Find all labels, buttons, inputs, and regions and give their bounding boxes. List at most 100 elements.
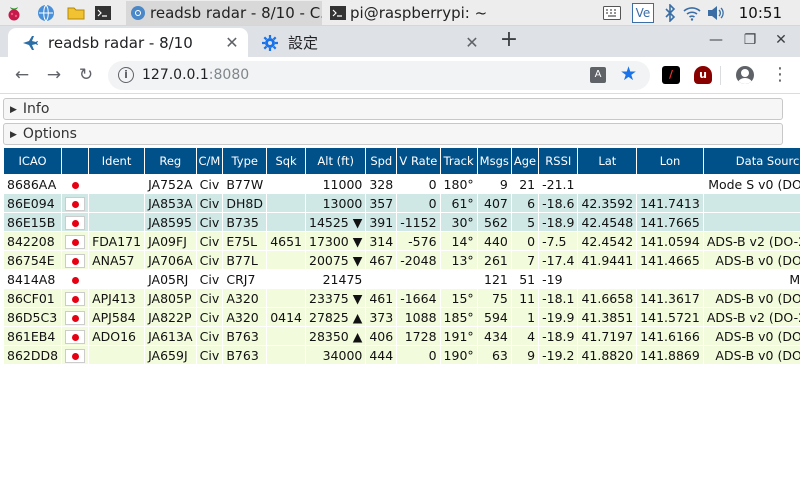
cell-track: 30° — [439, 212, 478, 232]
cell-track: 15° — [439, 288, 478, 308]
column-header-msgs[interactable]: Msgs — [476, 147, 512, 175]
aircraft-row[interactable]: 86D5C3 APJ584 JA822P Civ A320 0414 27825 ▲ 373 1… — [2, 307, 800, 327]
column-header-spd[interactable]: Spd — [365, 147, 398, 175]
expand-arrow-icon: ▶ — [10, 105, 17, 115]
column-header-track[interactable]: Track — [439, 147, 478, 175]
cell-icao: 86754E — [2, 250, 63, 270]
cell-icao: 8414A8 — [2, 269, 63, 289]
volume-icon[interactable] — [706, 3, 726, 23]
browser-menu-icon[interactable]: ⋮ — [771, 65, 789, 85]
column-header-source[interactable]: Data Source — [702, 147, 800, 175]
info-section-toggle[interactable]: ▶ Info — [3, 98, 783, 120]
cell-source: ADS-B v0 (DO-260) — [702, 326, 800, 346]
tab-readsb-radar[interactable]: readsb radar - 8/10 ✕ — [8, 28, 248, 57]
file-manager-icon[interactable] — [66, 3, 86, 23]
cell-flag — [61, 269, 90, 289]
aircraft-row[interactable]: 862DD8 JA659J Civ B763 34000 444 0 190° 63 9 -19.2… — [2, 345, 800, 365]
taskbar-task-label: pi@raspberrypi: ~ — [350, 4, 488, 22]
aircraft-row[interactable]: 861EB4 ADO16 JA613A Civ B763 28350 ▲ 406 1728 19… — [2, 326, 800, 346]
ime-indicator[interactable]: Ve — [632, 3, 654, 23]
taskbar-task-browser[interactable]: readsb radar - 8/10 - C... — [126, 1, 322, 25]
ublock-icon[interactable]: u — [694, 66, 712, 84]
column-header-sqk[interactable]: Sqk — [266, 147, 306, 175]
back-button[interactable]: ← — [12, 65, 32, 85]
column-header-reg[interactable]: Reg — [144, 147, 197, 175]
aircraft-row[interactable]: 86754E ANA57 JA706A Civ B77L 20075 ▼ 467 -2048 1… — [2, 250, 800, 270]
wifi-icon[interactable] — [682, 3, 702, 23]
cell-source: ADS-B v0 (DO-260) — [702, 345, 800, 365]
column-header-alt[interactable]: Alt (ft) — [304, 147, 367, 175]
column-header-vrate[interactable]: V Rate — [396, 147, 441, 175]
aircraft-row[interactable]: 8686AA JA752A Civ B77W 11000 328 0 180° 9 21 -21.1… — [2, 174, 800, 194]
close-tab-icon[interactable]: ✕ — [224, 35, 240, 51]
browser-launcher-icon[interactable] — [36, 3, 56, 23]
cell-icao: 8686AA — [2, 174, 63, 194]
cell-msgs: 594 — [476, 307, 512, 327]
options-section-toggle[interactable]: ▶ Options — [3, 123, 783, 145]
column-header-rssi[interactable]: RSSI — [538, 147, 579, 175]
bluetooth-icon[interactable] — [660, 3, 680, 23]
aircraft-row[interactable]: 86CF01 APJ413 JA805P Civ A320 23375 ▼ 461 -1664… — [2, 288, 800, 308]
clock[interactable]: 10:51 — [739, 4, 782, 22]
cell-spd: 406 — [365, 326, 398, 346]
aircraft-row[interactable]: 842208 FDA171 JA09FJ Civ E75L 4651 17300 ▼ 314-… — [2, 231, 800, 251]
new-tab-button[interactable]: + — [498, 29, 520, 52]
tab-settings[interactable]: 設定 ✕ — [248, 28, 488, 57]
cell-lon — [636, 269, 704, 289]
taskbar-task-label: readsb radar - 8/10 - C... — [150, 4, 322, 22]
cell-icao: 86E15B — [2, 212, 63, 232]
cell-msgs: 440 — [476, 231, 512, 251]
close-tab-icon[interactable]: ✕ — [464, 35, 480, 51]
cell-flag — [61, 193, 90, 213]
site-info-icon[interactable]: i — [118, 67, 134, 83]
cell-type: B763 — [222, 345, 268, 365]
extension-icon[interactable]: / — [662, 66, 680, 84]
forward-button[interactable]: → — [44, 65, 64, 85]
expand-arrow-icon: ▶ — [10, 130, 17, 140]
cell-icao: 861EB4 — [2, 326, 63, 346]
column-header-lon[interactable]: Lon — [636, 147, 704, 175]
column-header-icao[interactable]: ICAO — [2, 147, 63, 175]
cell-rssi: -19.2 — [538, 345, 579, 365]
cell-sqk — [266, 345, 306, 365]
column-header-cm[interactable]: C/M — [195, 147, 224, 175]
raspberry-menu-icon[interactable] — [4, 3, 24, 23]
keyboard-icon[interactable] — [602, 3, 622, 23]
minimize-icon[interactable]: — — [706, 32, 726, 48]
page-content: ▶ Info ▶ Options ICAO Ident Reg C/M Type Sqk Alt… — [0, 95, 800, 480]
taskbar-task-terminal[interactable]: pi@raspberrypi: ~ — [326, 1, 522, 25]
cell-type: B735 — [222, 212, 268, 232]
cell-type: CRJ7 — [222, 269, 268, 289]
aircraft-row[interactable]: 86E15B JA8595 Civ B735 14525 ▼ 391 -1152 30° 562… — [2, 212, 800, 232]
column-header-ident[interactable]: Ident — [88, 147, 146, 175]
cell-msgs: 407 — [476, 193, 512, 213]
aircraft-row[interactable]: 86E094 JA853A Civ DH8D 13000 357 0 61° 407 6 -18.6… — [2, 193, 800, 213]
bookmark-star-icon[interactable]: ★ — [620, 63, 637, 85]
url-text[interactable]: 127.0.0.1:8080 — [142, 67, 249, 83]
column-header-age[interactable]: Age — [510, 147, 540, 175]
terminal-launcher-icon[interactable] — [93, 3, 113, 23]
cell-ident — [88, 193, 146, 213]
close-window-icon[interactable]: ✕ — [771, 32, 791, 48]
cell-spd — [365, 269, 398, 289]
aircraft-row[interactable]: 8414A8 JA05RJCivCRJ7 21475 12151-19 Mode S — [2, 269, 800, 289]
address-bar[interactable]: i 127.0.0.1:8080 A ★ — [108, 61, 650, 90]
japan-flag-icon — [65, 348, 86, 363]
cell-flag — [61, 326, 90, 346]
cell-lat: 41.8820 — [577, 345, 638, 365]
cell-type: B77W — [222, 174, 268, 194]
restore-icon[interactable]: ❐ — [740, 32, 760, 48]
profile-avatar-icon[interactable] — [736, 66, 754, 84]
cell-lon: 141.7413 — [636, 193, 704, 213]
cell-reg: JA853A — [144, 193, 197, 213]
cell-lon: 141.0594 — [636, 231, 704, 251]
translate-icon[interactable]: A — [590, 67, 606, 83]
cell-alt: 23375 ▼ — [304, 288, 367, 308]
browser-tab-strip: readsb radar - 8/10 ✕ 設定 ✕ — [0, 26, 800, 57]
cell-vrate: -576 — [396, 231, 441, 251]
reload-button[interactable]: ↻ — [76, 65, 96, 85]
column-header-type[interactable]: Type — [222, 147, 268, 175]
column-header-flag[interactable] — [61, 147, 90, 175]
cell-msgs: 261 — [476, 250, 512, 270]
column-header-lat[interactable]: Lat — [577, 147, 638, 175]
